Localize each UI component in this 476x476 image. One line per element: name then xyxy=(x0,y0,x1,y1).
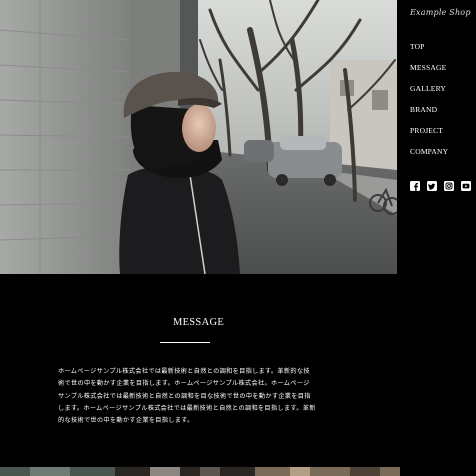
message-heading: MESSAGE xyxy=(172,317,225,328)
main-nav: TOP MESSAGE GALLERY BRAND PROJECT COMPAN… xyxy=(410,40,448,166)
heading-underline xyxy=(160,342,210,343)
sidebar: Example Shop TOP MESSAGE GALLERY BRAND P… xyxy=(397,0,476,476)
nav-item-top[interactable]: TOP xyxy=(410,40,448,61)
nav-item-brand[interactable]: BRAND xyxy=(410,103,448,124)
social-links xyxy=(410,181,471,191)
gallery-strip xyxy=(0,464,476,476)
facebook-icon[interactable] xyxy=(410,181,420,191)
hero-image xyxy=(0,0,397,274)
nav-item-project[interactable]: PROJECT xyxy=(410,124,448,145)
message-body: ホームページサンプル株式会社では最新技術と自然との調和を目指します。革新的な技術… xyxy=(58,368,316,425)
instagram-icon[interactable] xyxy=(444,181,454,191)
nav-item-company[interactable]: COMPANY xyxy=(410,145,448,166)
youtube-icon[interactable] xyxy=(461,181,471,191)
twitter-icon[interactable] xyxy=(427,181,437,191)
nav-item-message[interactable]: MESSAGE xyxy=(410,61,448,82)
nav-item-gallery[interactable]: GALLERY xyxy=(410,82,448,103)
site-logo[interactable]: Example Shop xyxy=(410,8,471,17)
